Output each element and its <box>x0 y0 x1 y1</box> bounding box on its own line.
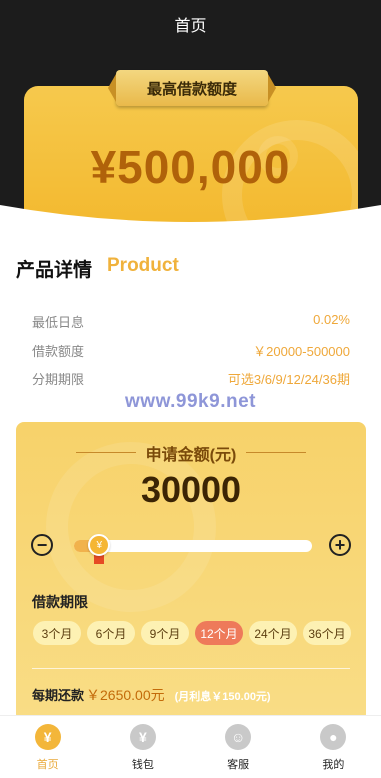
user-icon: ● <box>320 724 347 750</box>
increase-button[interactable]: + <box>329 534 351 556</box>
term-option-9[interactable]: 9个月 <box>141 621 189 645</box>
term-options: 3个月 6个月 9个月 12个月 24个月 36个月 <box>33 621 351 645</box>
limit-label-tab: 最高借款额度 <box>108 70 276 106</box>
tab-service[interactable]: ☺ 客服 <box>191 716 286 778</box>
header-curve <box>0 205 381 245</box>
tab-profile[interactable]: ● 我的 <box>286 716 381 778</box>
tab-home[interactable]: ¥ 首页 <box>0 716 95 778</box>
term-option-36[interactable]: 36个月 <box>303 621 351 645</box>
plus-icon: + <box>334 535 346 555</box>
yen-bag-icon: ¥ <box>34 724 61 750</box>
detail-value: 可选3/6/9/12/24/36期 <box>227 372 350 387</box>
coin-decoration-icon <box>46 442 216 612</box>
detail-key: 最低日息 <box>32 315 85 330</box>
detail-row-rate: 最低日息 0.02% <box>32 312 350 332</box>
term-option-6[interactable]: 6个月 <box>87 621 135 645</box>
decrease-button[interactable]: − <box>31 534 53 556</box>
repayment-amount: ￥2650.00元 <box>86 687 165 703</box>
term-option-12[interactable]: 12个月 <box>195 621 243 645</box>
product-subtitle: Product <box>107 255 179 276</box>
detail-key: 分期期限 <box>32 372 85 387</box>
detail-row-term: 分期期限 可选3/6/9/12/24/36期 <box>32 369 350 389</box>
repayment-label: 每期还款 <box>32 688 85 703</box>
tab-label: 首页 <box>36 759 59 771</box>
repayment-summary: 每期还款 ￥2650.00元 (月利息￥150.00元) <box>32 685 271 705</box>
chat-icon: ☺ <box>225 724 252 750</box>
minus-icon: − <box>36 535 48 555</box>
tab-wallet[interactable]: ¥ 钱包 <box>95 716 190 778</box>
tab-label: 客服 <box>227 759 250 771</box>
term-option-24[interactable]: 24个月 <box>249 621 297 645</box>
detail-row-amount: 借款额度 ￥20000-500000 <box>32 341 350 361</box>
detail-value: 0.02% <box>313 312 350 327</box>
loan-term-label: 借款期限 <box>32 594 88 610</box>
apply-amount-value: 30000 <box>140 469 242 510</box>
term-option-3[interactable]: 3个月 <box>33 621 81 645</box>
watermark-text: www.99k9.net <box>125 391 256 412</box>
slider-thumb-yen-icon[interactable]: ¥ <box>88 534 111 556</box>
monthly-interest: (月利息￥150.00元) <box>174 691 271 703</box>
product-title: 产品详情 <box>16 260 93 281</box>
tab-label: 我的 <box>322 759 345 771</box>
divider <box>32 668 350 669</box>
max-limit-amount: ¥500,000 <box>90 141 291 193</box>
bottom-tab-bar: ¥ 首页 ¥ 钱包 ☺ 客服 ● 我的 <box>0 715 381 778</box>
wallet-icon: ¥ <box>129 724 156 750</box>
apply-amount-title: 申请金额(元) <box>145 447 237 464</box>
detail-key: 借款额度 <box>32 344 85 359</box>
page-title: 首页 <box>174 18 207 35</box>
tab-label: 钱包 <box>131 759 154 771</box>
amount-slider-row: − ¥ + <box>16 532 366 564</box>
amount-slider-track[interactable]: ¥ <box>74 534 312 564</box>
apply-card: 申请金额(元) 30000 − ¥ + 借款期限 3个月 6个月 9个月 12个… <box>16 422 366 722</box>
detail-value: ￥20000-500000 <box>253 344 350 359</box>
